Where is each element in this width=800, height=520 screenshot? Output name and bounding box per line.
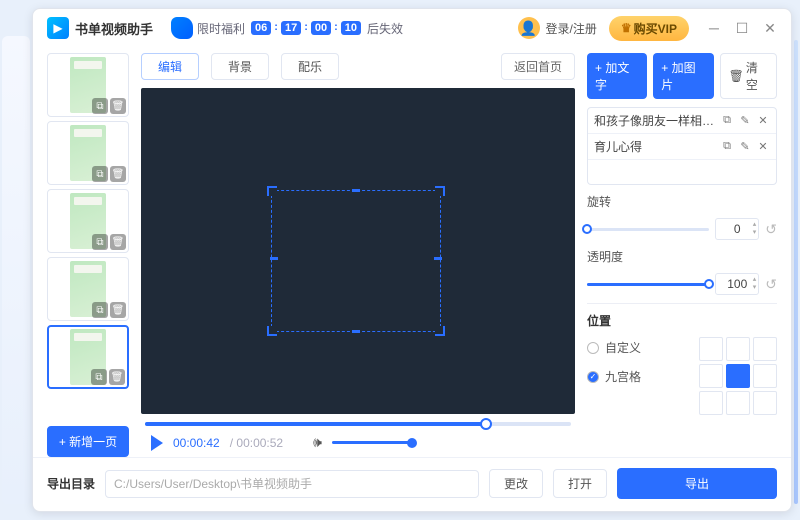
copy-icon[interactable]: ⧉ bbox=[720, 140, 734, 154]
position-custom-radio[interactable]: 自定义 bbox=[587, 339, 641, 356]
minimize-button[interactable]: ─ bbox=[701, 15, 727, 41]
login-link[interactable]: 登录/注册 bbox=[546, 20, 597, 37]
text-layer-list: 和孩子像朋友一样相处和孩子像 ⧉ ✎ ✕ 育儿心得 ⧉ ✎ ✕ bbox=[587, 107, 777, 185]
opacity-input[interactable]: 100 bbox=[715, 273, 759, 295]
grid-cell[interactable] bbox=[753, 364, 777, 388]
reset-icon[interactable]: ↺ bbox=[765, 221, 777, 238]
resize-handle[interactable] bbox=[352, 330, 360, 333]
play-button[interactable] bbox=[151, 435, 163, 451]
grid-cell[interactable] bbox=[699, 364, 723, 388]
export-button[interactable]: 导出 bbox=[617, 468, 777, 499]
rotate-slider[interactable] bbox=[587, 228, 709, 231]
clear-button[interactable]: 🗑清空 bbox=[720, 53, 777, 99]
thumb-copy-icon[interactable]: ⧉ bbox=[92, 234, 108, 250]
rotate-input[interactable]: 0 bbox=[715, 218, 759, 240]
app-title: 书单视频助手 bbox=[75, 19, 153, 38]
promo-tag-icon bbox=[171, 17, 193, 39]
resize-handle[interactable] bbox=[435, 186, 445, 196]
page-thumb[interactable]: ⧉🗑 bbox=[47, 189, 129, 253]
promo-after: 后失效 bbox=[367, 20, 403, 37]
edit-icon[interactable]: ✎ bbox=[738, 114, 752, 128]
time-total: / 00:00:52 bbox=[230, 436, 283, 450]
grid-cell[interactable] bbox=[699, 391, 723, 415]
thumb-copy-icon[interactable]: ⧉ bbox=[91, 369, 107, 385]
grid-cell[interactable] bbox=[726, 391, 750, 415]
add-image-button[interactable]: + 加图片 bbox=[653, 53, 713, 99]
list-item[interactable]: 和孩子像朋友一样相处和孩子像 ⧉ ✎ ✕ bbox=[588, 108, 776, 134]
open-folder-button[interactable]: 打开 bbox=[553, 469, 607, 498]
add-page-button[interactable]: + 新增一页 bbox=[47, 426, 129, 457]
canvas[interactable] bbox=[141, 88, 575, 414]
thumb-delete-icon[interactable]: 🗑 bbox=[110, 166, 126, 182]
thumb-delete-icon[interactable]: 🗑 bbox=[110, 234, 126, 250]
edit-icon[interactable]: ✎ bbox=[738, 140, 752, 154]
export-path-input[interactable]: C:/Users/User/Desktop\书单视频助手 bbox=[105, 470, 479, 498]
trash-icon: 🗑 bbox=[729, 69, 744, 83]
thumb-copy-icon[interactable]: ⧉ bbox=[92, 166, 108, 182]
reset-icon[interactable]: ↺ bbox=[765, 276, 777, 293]
back-home-button[interactable]: 返回首页 bbox=[501, 53, 575, 80]
app-logo-icon: ▶ bbox=[47, 17, 69, 39]
selection-box[interactable] bbox=[271, 190, 441, 332]
resize-handle[interactable] bbox=[267, 326, 277, 336]
tab-background[interactable]: 背景 bbox=[211, 53, 269, 80]
maximize-button[interactable]: ☐ bbox=[729, 15, 755, 41]
position-section-title: 位置 bbox=[587, 312, 777, 329]
delete-icon[interactable]: ✕ bbox=[756, 140, 770, 154]
position-grid bbox=[699, 337, 777, 415]
opacity-slider[interactable] bbox=[587, 283, 709, 286]
copy-icon[interactable]: ⧉ bbox=[720, 114, 734, 128]
grid-cell[interactable] bbox=[753, 337, 777, 361]
opacity-label: 透明度 bbox=[587, 248, 627, 265]
crown-icon: ♛ bbox=[621, 21, 632, 35]
app-window: ▶ 书单视频助手 限时福利 06: 17: 00: 10 后失效 登录/注册 ♛… bbox=[32, 8, 792, 512]
properties-panel: + 加文字 + 加图片 🗑清空 和孩子像朋友一样相处和孩子像 ⧉ ✎ ✕ 育儿心… bbox=[587, 53, 777, 457]
avatar-icon[interactable] bbox=[518, 17, 540, 39]
grid-cell[interactable] bbox=[726, 364, 750, 388]
countdown: 06: 17: 00: 10 bbox=[251, 21, 361, 35]
rotate-label: 旋转 bbox=[587, 193, 627, 210]
grid-cell[interactable] bbox=[699, 337, 723, 361]
delete-icon[interactable]: ✕ bbox=[756, 114, 770, 128]
thumb-delete-icon[interactable]: 🗑 bbox=[109, 369, 125, 385]
resize-handle[interactable] bbox=[270, 257, 278, 260]
footer: 导出目录 C:/Users/User/Desktop\书单视频助手 更改 打开 … bbox=[33, 457, 791, 511]
tab-edit[interactable]: 编辑 bbox=[141, 53, 199, 80]
resize-handle[interactable] bbox=[435, 326, 445, 336]
grid-cell[interactable] bbox=[753, 391, 777, 415]
timeline-slider[interactable] bbox=[145, 422, 571, 426]
tab-music[interactable]: 配乐 bbox=[281, 53, 339, 80]
thumb-delete-icon[interactable]: 🗑 bbox=[110, 98, 126, 114]
add-text-button[interactable]: + 加文字 bbox=[587, 53, 647, 99]
buy-vip-button[interactable]: ♛购买VIP bbox=[609, 16, 689, 41]
page-thumb[interactable]: ⧉🗑 bbox=[47, 53, 129, 117]
change-path-button[interactable]: 更改 bbox=[489, 469, 543, 498]
position-grid-radio[interactable]: 九宫格 bbox=[587, 368, 641, 385]
volume-slider[interactable] bbox=[332, 441, 412, 444]
title-bar: ▶ 书单视频助手 限时福利 06: 17: 00: 10 后失效 登录/注册 ♛… bbox=[33, 9, 791, 47]
resize-handle[interactable] bbox=[352, 189, 360, 192]
volume-icon[interactable]: 🕪 bbox=[313, 434, 322, 451]
export-dir-label: 导出目录 bbox=[47, 475, 95, 492]
resize-handle[interactable] bbox=[267, 186, 277, 196]
promo: 限时福利 06: 17: 00: 10 后失效 bbox=[171, 17, 403, 39]
thumb-copy-icon[interactable]: ⧉ bbox=[92, 98, 108, 114]
grid-cell[interactable] bbox=[726, 337, 750, 361]
page-thumb[interactable]: ⧉🗑 bbox=[47, 121, 129, 185]
page-thumb[interactable]: ⧉🗑 bbox=[47, 257, 129, 321]
thumb-copy-icon[interactable]: ⧉ bbox=[92, 302, 108, 318]
time-current: 00:00:42 bbox=[173, 436, 220, 450]
thumb-delete-icon[interactable]: 🗑 bbox=[110, 302, 126, 318]
resize-handle[interactable] bbox=[434, 257, 442, 260]
page-thumbnails-panel: ⧉🗑 ⧉🗑 ⧉🗑 ⧉🗑 ⧉🗑 + 新增一页 bbox=[47, 53, 129, 457]
list-item[interactable]: 育儿心得 ⧉ ✎ ✕ bbox=[588, 134, 776, 160]
page-thumb[interactable]: ⧉🗑 bbox=[47, 325, 129, 389]
close-button[interactable]: ✕ bbox=[757, 15, 783, 41]
promo-label: 限时福利 bbox=[197, 20, 245, 37]
